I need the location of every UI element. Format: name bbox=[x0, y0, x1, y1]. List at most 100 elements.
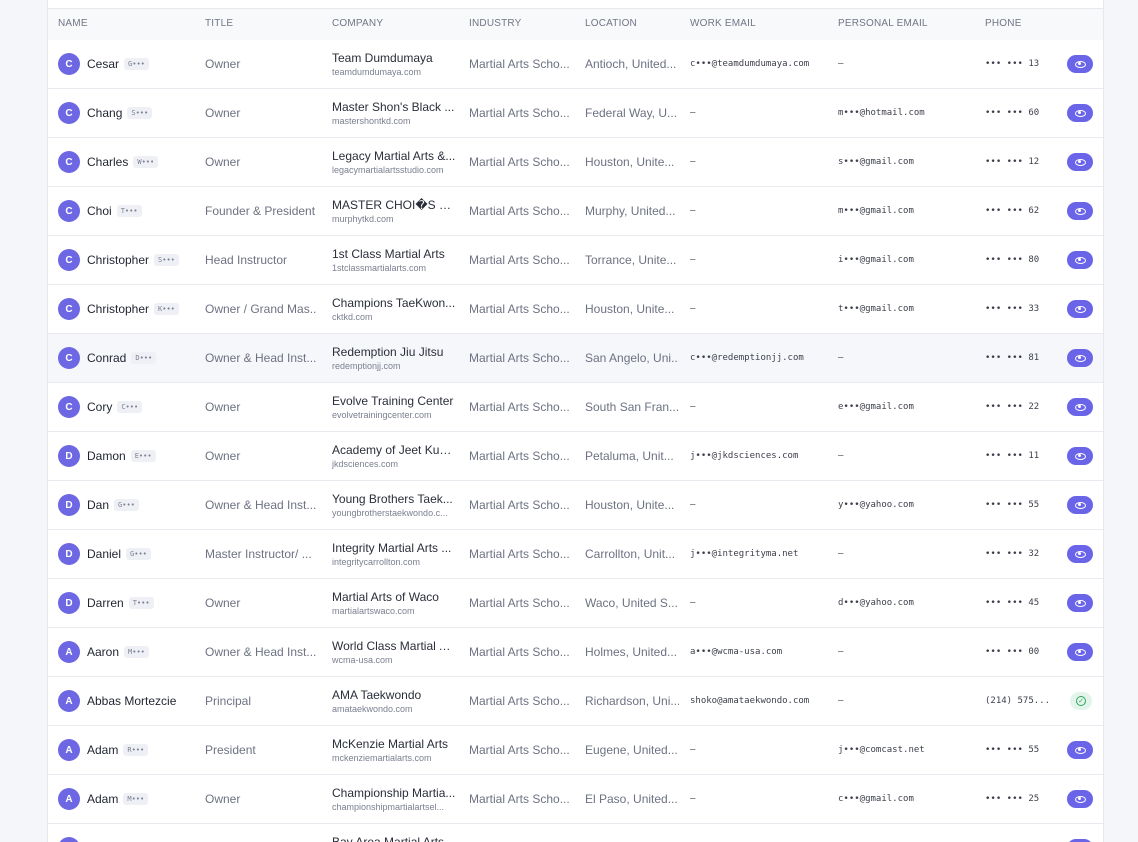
contact-first-name[interactable]: Adam bbox=[87, 743, 118, 757]
column-header-phone[interactable]: PHONE bbox=[985, 9, 1022, 40]
company-name[interactable]: Young Brothers Taek... bbox=[332, 492, 456, 506]
reveal-contact-button[interactable] bbox=[1067, 545, 1093, 563]
company-name[interactable]: Martial Arts of Waco bbox=[332, 590, 456, 604]
industry-cell: Martial Arts Scho... bbox=[469, 743, 570, 757]
company-name[interactable]: Academy of Jeet Kun... bbox=[332, 443, 456, 457]
company-name[interactable]: 1st Class Martial Arts bbox=[332, 247, 456, 261]
company-domain[interactable]: mckenziemartialarts.com bbox=[332, 753, 456, 763]
company-name[interactable]: Master Shon's Black ... bbox=[332, 100, 456, 114]
company-domain[interactable]: teamdumdumaya.com bbox=[332, 67, 456, 77]
table-row[interactable]: C Cesar G••• Owner Team Dumdumaya teamdu… bbox=[48, 40, 1103, 89]
company-domain[interactable]: wcma-usa.com bbox=[332, 655, 456, 665]
reveal-contact-button[interactable] bbox=[1067, 251, 1093, 269]
reveal-contact-button[interactable] bbox=[1067, 643, 1093, 661]
reveal-contact-button[interactable] bbox=[1067, 349, 1093, 367]
contact-last-name-masked: E••• bbox=[130, 450, 156, 462]
reveal-contact-button[interactable] bbox=[1067, 741, 1093, 759]
table-row[interactable]: D Daniel G••• Master Instructor/ ... Int… bbox=[48, 530, 1103, 579]
company-domain[interactable]: mastershontkd.com bbox=[332, 116, 456, 126]
company-name[interactable]: McKenzie Martial Arts bbox=[332, 737, 456, 751]
reveal-contact-button[interactable] bbox=[1067, 202, 1093, 220]
reveal-contact-button[interactable] bbox=[1067, 398, 1093, 416]
contact-first-name[interactable]: Cory bbox=[87, 400, 112, 414]
company-domain[interactable]: redemptionjj.com bbox=[332, 361, 456, 371]
work-email-cell: – bbox=[690, 206, 696, 216]
company-name[interactable]: Redemption Jiu Jitsu bbox=[332, 345, 456, 359]
company-name[interactable]: Championship Martia... bbox=[332, 786, 456, 800]
contact-last-name-masked: G••• bbox=[114, 499, 139, 511]
contact-first-name[interactable]: Conrad bbox=[87, 351, 126, 365]
contact-first-name[interactable]: Christopher bbox=[87, 253, 149, 267]
reveal-contact-button[interactable] bbox=[1067, 55, 1093, 73]
table-row[interactable]: A Aaron M••• Owner & Head Inst... World … bbox=[48, 628, 1103, 677]
company-domain[interactable]: integritycarrollton.com bbox=[332, 557, 456, 567]
contact-first-name[interactable]: Cesar bbox=[87, 57, 119, 71]
title-cell: Owner bbox=[205, 792, 241, 806]
industry-cell: Martial Arts Scho... bbox=[469, 57, 570, 71]
company-domain[interactable]: amataekwondo.com bbox=[332, 704, 456, 714]
company-name[interactable]: Team Dumdumaya bbox=[332, 51, 456, 65]
contact-first-name[interactable]: Damon bbox=[87, 449, 126, 463]
company-name[interactable]: Legacy Martial Arts &... bbox=[332, 149, 456, 163]
company-name[interactable]: MASTER CHOI�S WO... bbox=[332, 198, 456, 212]
company-name[interactable]: Champions TaeKwon... bbox=[332, 296, 456, 310]
reveal-contact-button[interactable] bbox=[1067, 104, 1093, 122]
name-cell: A Aaron M••• bbox=[58, 628, 198, 676]
column-header-personal-email[interactable]: PERSONAL EMAIL bbox=[838, 9, 928, 40]
contact-first-name[interactable]: Dan bbox=[87, 498, 109, 512]
company-domain[interactable]: jkdsciences.com bbox=[332, 459, 456, 469]
column-header-work-email[interactable]: WORK EMAIL bbox=[690, 9, 756, 40]
name-cell: D Darren T••• bbox=[58, 579, 198, 627]
column-header-location[interactable]: LOCATION bbox=[585, 9, 637, 40]
reveal-contact-button[interactable] bbox=[1067, 496, 1093, 514]
column-header-name[interactable]: NAME bbox=[58, 9, 88, 40]
table-row[interactable]: C Conrad D••• Owner & Head Inst... Redem… bbox=[48, 334, 1103, 383]
company-domain[interactable]: murphytkd.com bbox=[332, 214, 456, 224]
contact-first-name[interactable]: Adam bbox=[87, 792, 118, 806]
title-cell: Head Instructor bbox=[205, 253, 288, 267]
contact-first-name[interactable]: Chang bbox=[87, 106, 122, 120]
reveal-contact-button[interactable] bbox=[1067, 153, 1093, 171]
company-name[interactable]: Evolve Training Center bbox=[332, 394, 456, 408]
table-row[interactable]: C Charles W••• Owner Legacy Martial Arts… bbox=[48, 138, 1103, 187]
contact-first-name[interactable]: Darren bbox=[87, 596, 124, 610]
table-row[interactable]: C Chang S••• Owner Master Shon's Black .… bbox=[48, 89, 1103, 138]
contact-first-name[interactable]: Choi bbox=[87, 204, 112, 218]
table-row[interactable]: C Christopher K••• Owner / Grand Mas... … bbox=[48, 285, 1103, 334]
company-name[interactable]: Bay Area Martial Arts bbox=[332, 835, 456, 842]
company-domain[interactable]: legacymartialartsstudio.com bbox=[332, 165, 456, 175]
name-cell: A Abbas Mortezcie bbox=[58, 677, 198, 725]
company-domain[interactable]: championshipmartialartsel... bbox=[332, 802, 456, 812]
table-row[interactable]: C Choi T••• Founder & President MASTER C… bbox=[48, 187, 1103, 236]
table-row[interactable]: D Dan G••• Owner & Head Inst... Young Br… bbox=[48, 481, 1103, 530]
table-row[interactable]: D Damon E••• Owner Academy of Jeet Kun..… bbox=[48, 432, 1103, 481]
table-row[interactable]: C Christopher S••• Head Instructor 1st C… bbox=[48, 236, 1103, 285]
company-name[interactable]: Integrity Martial Arts ... bbox=[332, 541, 456, 555]
company-domain[interactable]: youngbrotherstaekwondo.c... bbox=[332, 508, 456, 518]
column-header-company[interactable]: COMPANY bbox=[332, 9, 383, 40]
reveal-contact-button[interactable] bbox=[1067, 447, 1093, 465]
reveal-contact-button[interactable] bbox=[1067, 790, 1093, 808]
table-row[interactable]: A Ashley L••• Owner Bay Area Martial Art… bbox=[48, 824, 1103, 842]
company-domain[interactable]: martialartswaco.com bbox=[332, 606, 456, 616]
company-domain[interactable]: evolvetrainingcenter.com bbox=[332, 410, 456, 420]
column-header-industry[interactable]: INDUSTRY bbox=[469, 9, 522, 40]
company-domain[interactable]: cktkd.com bbox=[332, 312, 456, 322]
contact-first-name[interactable]: Daniel bbox=[87, 547, 121, 561]
company-domain[interactable]: 1stclassmartialarts.com bbox=[332, 263, 456, 273]
reveal-contact-button[interactable] bbox=[1067, 300, 1093, 318]
table-row[interactable]: A Abbas Mortezcie Principal AMA Taekwond… bbox=[48, 677, 1103, 726]
contact-first-name[interactable]: Aaron bbox=[87, 645, 119, 659]
table-row[interactable]: D Darren T••• Owner Martial Arts of Waco… bbox=[48, 579, 1103, 628]
reveal-contact-button[interactable] bbox=[1067, 594, 1093, 612]
column-header-title[interactable]: TITLE bbox=[205, 9, 233, 40]
company-name[interactable]: World Class Martial A... bbox=[332, 639, 456, 653]
table-row[interactable]: A Adam R••• President McKenzie Martial A… bbox=[48, 726, 1103, 775]
table-row[interactable]: C Cory C••• Owner Evolve Training Center… bbox=[48, 383, 1103, 432]
contact-first-name[interactable]: Christopher bbox=[87, 302, 149, 316]
contact-first-name[interactable]: Charles bbox=[87, 155, 128, 169]
industry-cell: Martial Arts Scho... bbox=[469, 351, 570, 365]
table-row[interactable]: A Adam M••• Owner Championship Martia...… bbox=[48, 775, 1103, 824]
company-name[interactable]: AMA Taekwondo bbox=[332, 688, 456, 702]
contact-first-name[interactable]: Abbas Mortezcie bbox=[87, 694, 176, 708]
